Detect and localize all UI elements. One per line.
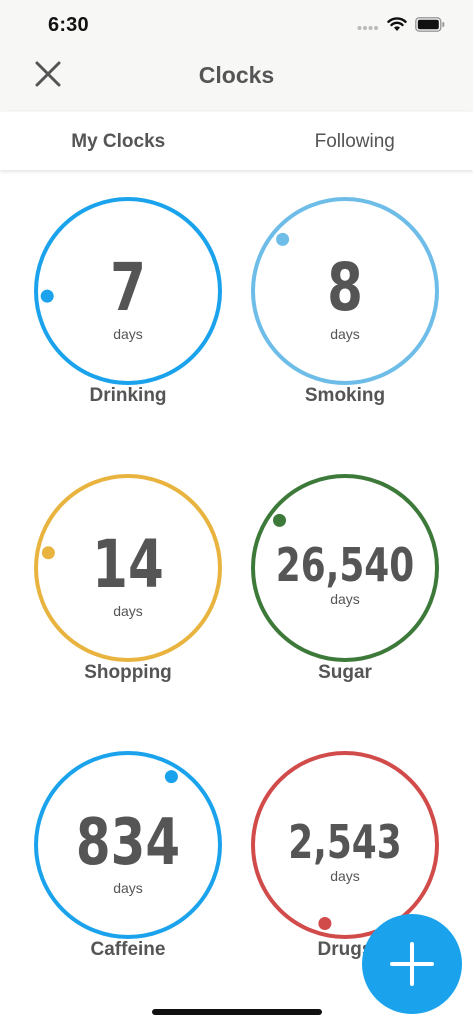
- clock-days-value: 7: [110, 249, 146, 326]
- clocks-screen: 6:30 Clocks My Clocks Following 7 days D…: [0, 0, 473, 1024]
- clock-progress-dot: [273, 513, 286, 527]
- clock-card-shopping[interactable]: 14 days Shopping: [28, 472, 228, 712]
- clock-progress-dot: [318, 917, 332, 930]
- clock-card-caffeine[interactable]: 834 days Caffeine: [28, 749, 228, 989]
- clock-card-sugar[interactable]: 26,540 days Sugar: [245, 472, 445, 712]
- tab-following[interactable]: Following: [237, 112, 473, 170]
- signal-dots-icon: [357, 18, 379, 36]
- battery-icon: [415, 17, 445, 37]
- clock-progress-dot: [164, 770, 178, 784]
- clock-days-unit: days: [113, 603, 143, 619]
- wifi-icon: [387, 17, 407, 37]
- clock-card-smoking[interactable]: 8 days Smoking: [245, 195, 445, 435]
- clock-days-unit: days: [330, 591, 360, 607]
- clock-progress-dot: [276, 232, 290, 246]
- home-indicator: [152, 1009, 322, 1015]
- clock-days-unit: days: [330, 326, 360, 342]
- clock-name-label: Sugar: [318, 662, 372, 683]
- app-header: 6:30 Clocks: [0, 0, 473, 110]
- clock-days-value: 8: [327, 249, 363, 326]
- clock-days-value: 2,543: [288, 815, 402, 869]
- clock-name-label: Shopping: [84, 662, 172, 683]
- clock-name-label: Smoking: [304, 385, 386, 406]
- clock-name-label: Caffeine: [90, 939, 166, 960]
- plus-icon: [390, 942, 434, 986]
- clock-days-unit: days: [113, 880, 143, 896]
- page-title: Clocks: [198, 62, 275, 88]
- add-clock-button[interactable]: [362, 914, 462, 1014]
- status-icons: [357, 17, 445, 37]
- tab-bar: My Clocks Following: [0, 112, 473, 170]
- clock-name-label: Drinking: [89, 385, 167, 406]
- tab-my-clocks[interactable]: My Clocks: [0, 112, 237, 170]
- clock-days-unit: days: [330, 868, 360, 884]
- status-time: 6:30: [48, 14, 89, 36]
- clock-days-value: 26,540: [275, 538, 415, 592]
- clock-days-value: 834: [75, 806, 181, 880]
- clock-days-unit: days: [113, 326, 143, 342]
- clock-card-drinking[interactable]: 7 days Drinking: [28, 195, 228, 435]
- clock-days-value: 14: [92, 526, 164, 603]
